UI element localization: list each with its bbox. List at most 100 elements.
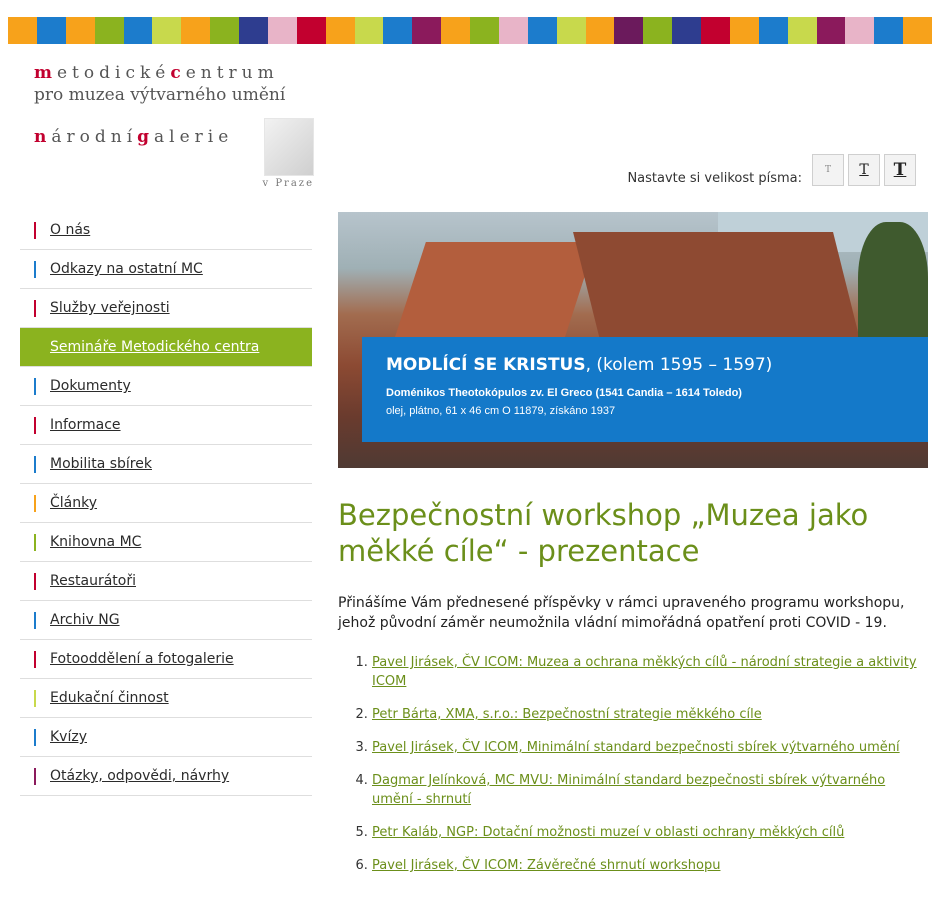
sidebar-item[interactable]: Knihovna MC [20, 523, 312, 562]
list-item: Pavel Jirásek, ČV ICOM: Závěrečné shrnut… [372, 856, 928, 875]
sidebar-item[interactable]: Odkazy na ostatní MC [20, 250, 312, 289]
stripe-segment [412, 17, 442, 44]
stripe-segment [441, 17, 470, 44]
stripe-segment [527, 17, 557, 44]
stripe-segment [123, 17, 153, 44]
sidebar-item[interactable]: Archiv NG [20, 601, 312, 640]
sidebar-item[interactable]: Otázky, odpovědi, návrhy [20, 757, 312, 796]
logo-letters: entrum [185, 63, 279, 83]
list-item: Dagmar Jelínková, MC MVU: Minimální stan… [372, 771, 928, 809]
presentation-link[interactable]: Petr Kaláb, NGP: Dotační možnosti muzeí … [372, 825, 844, 840]
presentation-link[interactable]: Dagmar Jelínková, MC MVU: Minimální stan… [372, 773, 885, 807]
font-size-medium-button[interactable]: T [848, 153, 880, 186]
stripe-segment [845, 17, 875, 44]
stripe-segment [903, 17, 932, 44]
stripe-segment [8, 17, 37, 44]
sidebar-item-link[interactable]: Restaurátoři [50, 573, 136, 589]
sidebar-item-link[interactable]: Články [50, 495, 97, 511]
sidebar-item-color-bar [34, 690, 36, 707]
sidebar-item-link[interactable]: Edukační činnost [50, 690, 169, 706]
presentation-list: Pavel Jirásek, ČV ICOM: Muzea a ochrana … [338, 653, 928, 875]
sidebar-item-color-bar [34, 768, 36, 785]
sidebar-item[interactable]: Kvízy [20, 718, 312, 757]
sidebar-item[interactable]: Mobilita sbírek [20, 445, 312, 484]
presentation-link[interactable]: Pavel Jirásek, ČV ICOM, Minimální standa… [372, 740, 900, 755]
stripe-segment [36, 17, 66, 44]
stripe-segment [65, 17, 95, 44]
sidebar-item-link[interactable]: Fotooddělení a fotogalerie [50, 651, 234, 667]
logo-letters: c [170, 63, 186, 83]
logo-line-subtitle: pro muzea výtvarného umění [34, 85, 286, 105]
sidebar-item-link[interactable]: Mobilita sbírek [50, 456, 152, 472]
stripe-segment [874, 17, 904, 44]
stripe-segment [354, 17, 384, 44]
sidebar-item[interactable]: Informace [20, 406, 312, 445]
stripe-segment [470, 17, 499, 44]
sidebar-item[interactable]: Edukační činnost [20, 679, 312, 718]
stripe-segment [758, 17, 788, 44]
sidebar-item-color-bar [34, 339, 36, 356]
sidebar-item[interactable]: Služby veřejnosti [20, 289, 312, 328]
stripe-segment [239, 17, 268, 44]
stripe-segment [816, 17, 846, 44]
stripe-segment [498, 17, 528, 44]
hero-caption: MODLÍCÍ SE KRISTUS, (kolem 1595 – 1597) … [362, 337, 928, 442]
presentation-link[interactable]: Petr Bárta, XMA, s.r.o.: Bezpečnostní st… [372, 707, 762, 722]
presentation-link[interactable]: Pavel Jirásek, ČV ICOM: Závěrečné shrnut… [372, 858, 720, 873]
logo-letters: árodní [51, 127, 138, 147]
font-size-large-button[interactable]: T [884, 153, 916, 186]
sidebar-item[interactable]: Fotooddělení a fotogalerie [20, 640, 312, 679]
sidebar-item[interactable]: Restaurátoři [20, 562, 312, 601]
sidebar-item-color-bar [34, 573, 36, 590]
sidebar-item-link[interactable]: Archiv NG [50, 612, 120, 628]
sidebar-item-color-bar [34, 495, 36, 512]
presentation-link[interactable]: Pavel Jirásek, ČV ICOM: Muzea a ochrana … [372, 655, 917, 689]
stripe-segment [556, 17, 586, 44]
sidebar-nav: O nás Odkazy na ostatní MC Služby veřejnos… [20, 211, 312, 796]
stripe-segment [325, 17, 355, 44]
logo-line-metodicke-centrum: metodickécentrum [34, 62, 285, 84]
list-item: Pavel Jirásek, ČV ICOM, Minimální standa… [372, 738, 928, 757]
page-title: Bezpečnostní workshop „Muzea jako měkké … [338, 498, 869, 568]
hero-caption-author: Doménikos Theotokópulos zv. El Greco (15… [386, 387, 742, 399]
sidebar-item-link[interactable]: O nás [50, 222, 90, 238]
sidebar-item-color-bar [34, 222, 36, 239]
hero-caption-title-rest: , (kolem 1595 – 1597) [585, 355, 773, 375]
sidebar-item-color-bar [34, 261, 36, 278]
sidebar-item-color-bar [34, 417, 36, 434]
sidebar-item-link[interactable]: Informace [50, 417, 121, 433]
sidebar-item-link[interactable]: Dokumenty [50, 378, 131, 394]
logo-letters: etodické [57, 63, 171, 83]
sidebar-item-link[interactable]: Služby veřejnosti [50, 300, 170, 316]
sidebar-item[interactable]: Články [20, 484, 312, 523]
sidebar-item[interactable]: O nás [20, 211, 312, 250]
logo-city: v Praze [262, 178, 314, 189]
sidebar-item-link[interactable]: Odkazy na ostatní MC [50, 261, 203, 277]
sidebar-item-color-bar [34, 534, 36, 551]
font-size-control: Nastavte si velikost písma: T T T [627, 153, 916, 186]
list-item: Pavel Jirásek, ČV ICOM: Muzea a ochrana … [372, 653, 928, 691]
sidebar-item-color-bar [34, 651, 36, 668]
sidebar-item[interactable]: Dokumenty [20, 367, 312, 406]
stripe-segment [701, 17, 730, 44]
sidebar-item-color-bar [34, 612, 36, 629]
sidebar-item-link[interactable]: Semináře Metodického centra [50, 339, 259, 355]
sidebar-item-link[interactable]: Otázky, odpovědi, návrhy [50, 768, 229, 784]
stripe-segment [672, 17, 701, 44]
sidebar-item-link[interactable]: Knihovna MC [50, 534, 141, 550]
font-size-label: Nastavte si velikost písma: [627, 171, 802, 186]
color-stripe-banner [8, 17, 932, 44]
sidebar-item[interactable]: Semináře Metodického centra [20, 328, 312, 367]
stripe-segment [267, 17, 297, 44]
sidebar-item-link[interactable]: Kvízy [50, 729, 87, 745]
font-size-small-button[interactable]: T [812, 153, 844, 186]
stripe-segment [787, 17, 817, 44]
sidebar-item-color-bar [34, 729, 36, 746]
logo-letters: alerie [154, 127, 234, 147]
stripe-segment [210, 17, 239, 44]
site-logo[interactable]: metodickécentrum pro muzea výtvarného um… [34, 62, 285, 148]
logo-letters: n [34, 127, 52, 147]
logo-letters: g [137, 127, 155, 147]
sidebar-item-color-bar [34, 378, 36, 395]
lion-emblem-icon [264, 118, 314, 176]
